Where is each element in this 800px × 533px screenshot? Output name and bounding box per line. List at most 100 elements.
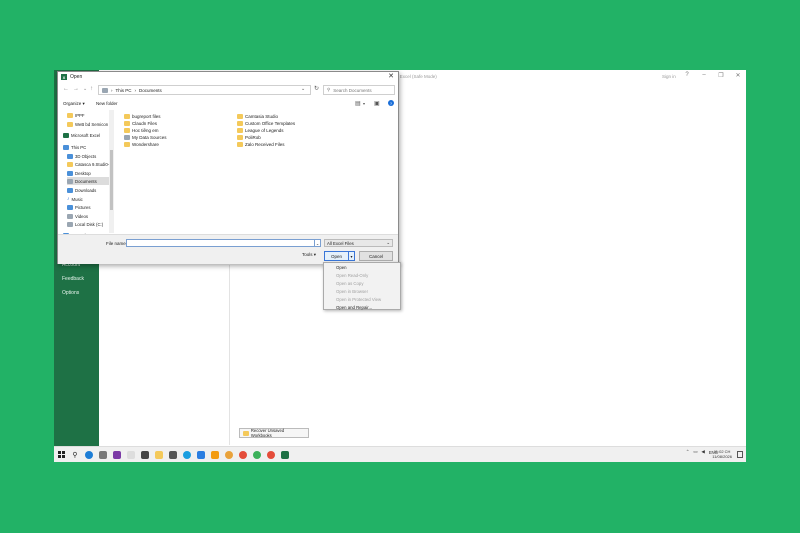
- list-item[interactable]: PoliRob: [237, 134, 261, 141]
- windows-icon: [57, 451, 65, 458]
- help-icon[interactable]: ?: [388, 100, 394, 106]
- tools-menu[interactable]: Tools ▾: [302, 252, 316, 258]
- open-button-label: Open: [330, 253, 342, 259]
- nav-item-label: This PC: [71, 144, 87, 150]
- menu-item-open-as-copy[interactable]: Open as Copy: [336, 281, 363, 286]
- list-item[interactable]: Custom Office Templates: [237, 120, 295, 127]
- minimize-button[interactable]: –: [699, 72, 709, 78]
- menu-item-open-and-repair[interactable]: Open and Repair...: [336, 305, 372, 310]
- folder-icon: [237, 121, 243, 126]
- refresh-icon[interactable]: ↻: [314, 85, 319, 92]
- sidebar-item-feedback[interactable]: Feedback: [62, 276, 84, 282]
- breadcrumb-this-pc[interactable]: This PC: [116, 88, 132, 93]
- network-icon[interactable]: ▭: [693, 449, 697, 455]
- documents-icon: [67, 178, 73, 184]
- help-button[interactable]: ?: [682, 72, 692, 78]
- clock-date: 11/08/2026: [712, 454, 732, 459]
- preview-pane-icon[interactable]: ▣: [374, 100, 380, 107]
- nav-item-catasca[interactable]: Catasca 9.Studi0-: [67, 160, 109, 168]
- nav-scrollbar[interactable]: [109, 110, 114, 233]
- sign-in-link[interactable]: Sign in: [662, 74, 676, 79]
- list-item[interactable]: Hoc tiêng em: [124, 127, 159, 134]
- new-folder-button[interactable]: New folder: [96, 101, 118, 106]
- app-icon[interactable]: [222, 447, 236, 463]
- chevron-down-icon[interactable]: ⌄: [314, 239, 321, 247]
- nav-item-desktop[interactable]: Desktop: [67, 169, 91, 177]
- file-type-select[interactable]: All Excel Files ⌄: [324, 239, 393, 247]
- list-item[interactable]: bugreport files: [124, 113, 161, 120]
- nav-item-label: Catasca 9.Studi0-: [75, 161, 110, 167]
- nav-item-documents[interactable]: Documents: [67, 177, 111, 185]
- app-icon[interactable]: [208, 447, 222, 463]
- menu-item-open-protected-view[interactable]: Open in Protected View: [336, 297, 381, 302]
- chevron-right-icon: ›: [134, 87, 137, 93]
- nav-item-label: Pictures: [75, 204, 91, 210]
- folder-icon[interactable]: [152, 447, 166, 463]
- back-arrow-icon[interactable]: ←: [63, 86, 69, 92]
- store-icon[interactable]: [96, 447, 110, 463]
- list-item[interactable]: My Data Sources: [124, 134, 167, 141]
- list-item[interactable]: Camtasia Studio: [237, 113, 278, 120]
- file-name: Hoc tiêng em: [132, 128, 159, 133]
- chrome-icon[interactable]: [250, 447, 264, 463]
- chrome-icon[interactable]: [236, 447, 250, 463]
- notification-icon[interactable]: [737, 451, 743, 458]
- scrollbar-thumb[interactable]: [110, 150, 113, 210]
- recent-chevron-icon[interactable]: ⌄: [83, 86, 87, 92]
- chevron-up-icon[interactable]: ⌃: [686, 449, 690, 455]
- recover-unsaved-button[interactable]: Recover Unsaved Workbooks: [239, 428, 309, 438]
- file-name-input[interactable]: [126, 239, 321, 247]
- nav-item-downloads[interactable]: Downloads: [67, 186, 96, 194]
- nav-item-local-disk[interactable]: Local Disk (C:): [67, 220, 103, 228]
- view-options-icon[interactable]: ▤: [355, 100, 361, 107]
- close-button[interactable]: ✕: [733, 72, 743, 79]
- clock[interactable]: 11:02 CH 11/08/2026: [712, 449, 732, 459]
- excel-icon[interactable]: [278, 447, 292, 463]
- start-button[interactable]: [54, 447, 68, 463]
- organize-button[interactable]: Organize ▾: [63, 101, 85, 107]
- up-arrow-icon[interactable]: ↑: [90, 86, 93, 92]
- address-bar[interactable]: › This PC › Documents: [98, 85, 311, 95]
- nav-item-music[interactable]: ♪ Music: [67, 195, 83, 203]
- address-dropdown-icon[interactable]: ⌄: [301, 86, 305, 92]
- breadcrumb-documents[interactable]: Documents: [139, 88, 162, 93]
- cancel-button[interactable]: Cancel: [359, 251, 393, 261]
- volume-icon[interactable]: ◀: [701, 449, 704, 455]
- skype-icon[interactable]: [180, 447, 194, 463]
- onenote-icon[interactable]: [110, 447, 124, 463]
- nav-item-microsoft-excel[interactable]: Microsoft Excel: [63, 131, 100, 139]
- notes-icon[interactable]: [138, 447, 152, 463]
- dialog-close-button[interactable]: ✕: [388, 72, 394, 80]
- nav-item-videos[interactable]: Videos: [67, 212, 88, 220]
- list-item[interactable]: Wondershare: [124, 141, 159, 148]
- nav-item-this-pc[interactable]: This PC: [63, 143, 86, 151]
- list-item[interactable]: Claudn Files: [124, 120, 157, 127]
- sidebar-item-options[interactable]: Options: [62, 290, 79, 296]
- nav-item-web-bd[interactable]: WeB bd Semicon: [67, 120, 108, 128]
- search-placeholder: Search Documents: [333, 87, 372, 93]
- search-input[interactable]: ⚲ Search Documents: [323, 85, 395, 95]
- zalo-icon[interactable]: [194, 447, 208, 463]
- view-dropdown-icon[interactable]: ▾: [363, 101, 365, 106]
- menu-item-open-in-browser[interactable]: Open in Browser: [336, 289, 368, 294]
- open-dropdown-arrow[interactable]: ▾: [348, 252, 354, 260]
- list-item[interactable]: League of Legends: [237, 127, 284, 134]
- restore-button[interactable]: ❐: [716, 72, 726, 79]
- nav-item-pictures[interactable]: Pictures: [67, 203, 91, 211]
- nav-item-label: WeB bd Semicon: [75, 121, 109, 127]
- app-icon[interactable]: [124, 447, 138, 463]
- open-dialog: X Open ✕ ← → ⌄ ↑ › This PC › Documents ⌄…: [57, 71, 399, 264]
- menu-item-open[interactable]: Open: [336, 265, 347, 270]
- nav-item-label: Videos: [75, 213, 89, 219]
- edge-icon[interactable]: [82, 447, 96, 463]
- chrome-icon[interactable]: [264, 447, 278, 463]
- search-icon[interactable]: ⚲: [68, 447, 82, 463]
- file-name: Camtasia Studio: [245, 114, 279, 119]
- forward-arrow-icon[interactable]: →: [73, 86, 79, 92]
- list-item[interactable]: Zalo Received Files: [237, 141, 285, 148]
- open-button[interactable]: Open ▾: [324, 251, 355, 261]
- app-icon[interactable]: [166, 447, 180, 463]
- nav-item-3d-objects[interactable]: 3D Objects: [67, 152, 96, 160]
- menu-item-open-read-only[interactable]: Open Read-Only: [336, 273, 368, 278]
- nav-item-ippf[interactable]: IPPF: [67, 111, 85, 119]
